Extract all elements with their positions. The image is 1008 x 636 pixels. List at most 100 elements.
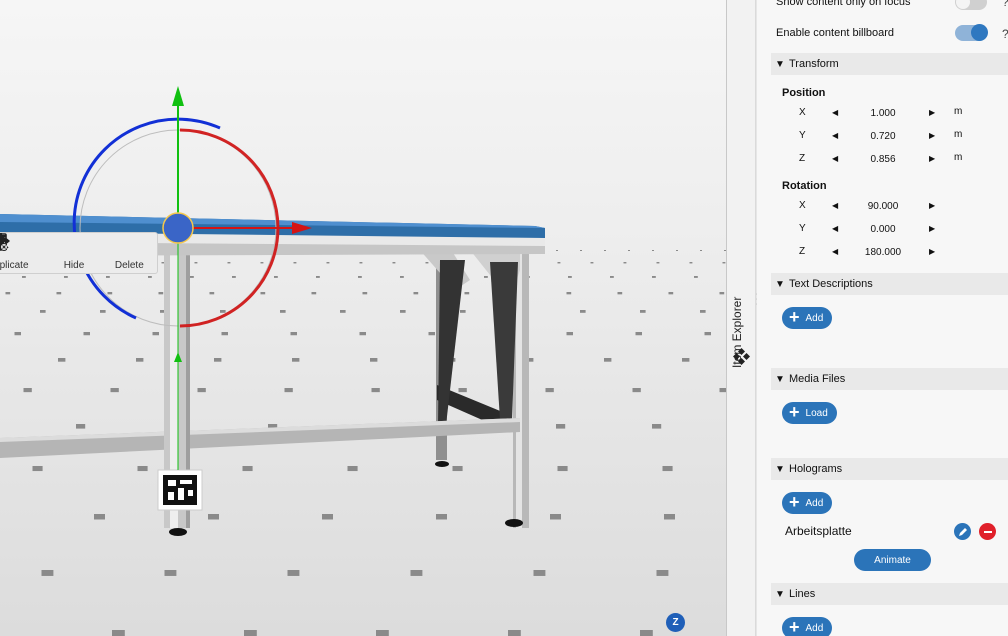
delete-button[interactable]: Delete — [0, 233, 157, 275]
decrement-arrow-icon[interactable]: ◀ — [832, 224, 838, 233]
increment-arrow-icon[interactable]: ▶ — [929, 154, 935, 163]
decrement-arrow-icon[interactable]: ◀ — [832, 131, 838, 140]
floor-dash — [359, 262, 363, 264]
floor-dash — [460, 310, 466, 313]
focus-toggle-switch[interactable] — [955, 0, 987, 10]
switch-knob — [956, 0, 970, 9]
rotation-x-input[interactable]: 90.000 — [857, 201, 909, 212]
floor-dash — [161, 262, 165, 264]
floor-dash — [676, 250, 678, 251]
floor-dash — [110, 388, 119, 393]
switch-knob — [971, 24, 988, 41]
increment-arrow-icon[interactable]: ▶ — [929, 108, 935, 117]
floor-dash — [5, 292, 11, 295]
collapse-triangle-icon: ▼ — [775, 58, 785, 70]
floor-dash — [194, 262, 198, 264]
position-x-input[interactable]: 1.000 — [857, 108, 909, 119]
position-z-input[interactable]: 0.856 — [857, 154, 909, 165]
floor-dash — [58, 358, 66, 362]
floor-dash — [508, 630, 521, 636]
floor-dash — [664, 514, 675, 520]
text-descriptions-section-header[interactable]: ▼ Text Descriptions — [771, 273, 1008, 295]
hologram-item-name: Arbeitsplatte — [785, 524, 852, 538]
floor-dash — [23, 388, 32, 393]
decrement-arrow-icon[interactable]: ◀ — [832, 108, 838, 117]
floor-dash — [358, 276, 362, 278]
floor-dash — [689, 262, 693, 264]
decrement-arrow-icon[interactable]: ◀ — [832, 247, 838, 256]
add-line-button[interactable]: + Add — [782, 617, 833, 636]
button-label: Add — [805, 622, 824, 634]
decrement-arrow-icon[interactable]: ◀ — [832, 201, 838, 210]
floor-dash — [376, 630, 389, 636]
floor-dash — [208, 514, 219, 520]
increment-arrow-icon[interactable]: ▶ — [929, 224, 935, 233]
floor-dash — [209, 292, 215, 295]
load-media-button[interactable]: + Load — [782, 402, 837, 424]
transform-section-header[interactable]: ▼ Transform — [771, 53, 1008, 75]
z-axis-badge[interactable]: Z — [666, 613, 685, 632]
floor-dash — [464, 292, 470, 295]
unit-label: m — [954, 152, 963, 163]
decrement-arrow-icon[interactable]: ◀ — [832, 154, 838, 163]
axis-label: X — [799, 107, 806, 118]
animate-button[interactable]: Animate — [854, 549, 931, 571]
floor-dash — [580, 250, 582, 251]
floor-dash — [221, 332, 228, 336]
floor-dash — [242, 466, 253, 472]
billboard-toggle-switch[interactable] — [955, 24, 988, 41]
unit-label: m — [954, 129, 963, 140]
plus-icon: + — [789, 617, 800, 636]
floor-dash — [682, 358, 690, 362]
holograms-section-header[interactable]: ▼ Holograms — [771, 458, 1008, 480]
floor-dash — [640, 630, 653, 636]
floor-dash — [652, 250, 654, 251]
position-y-row: Y ◀ 0.720 ▶ m — [757, 128, 1008, 146]
axis-label: Y — [799, 130, 806, 141]
rotation-y-input[interactable]: 0.000 — [857, 224, 909, 235]
remove-hologram-button[interactable] — [979, 523, 996, 540]
help-icon[interactable]: ? — [1002, 0, 1008, 9]
media-files-section-header[interactable]: ▼ Media Files — [771, 368, 1008, 390]
floor-dash — [458, 388, 467, 393]
hide-button[interactable]: Hide — [0, 233, 101, 275]
increment-arrow-icon[interactable]: ▶ — [929, 201, 935, 210]
floor-dash — [652, 424, 662, 429]
floor-dash — [550, 514, 561, 520]
collapse-triangle-icon: ▼ — [775, 373, 785, 385]
add-hologram-button[interactable]: + Add — [782, 492, 833, 514]
floor-dash — [719, 292, 725, 295]
edit-hologram-button[interactable] — [954, 523, 971, 540]
floor-dash — [107, 292, 113, 295]
floor-dash — [656, 570, 669, 576]
floor-dash — [533, 570, 546, 576]
transform-gizmo[interactable] — [72, 86, 312, 470]
add-text-description-button[interactable]: + Add — [782, 307, 833, 329]
position-y-input[interactable]: 0.720 — [857, 131, 909, 142]
floor-dash — [604, 250, 606, 251]
increment-arrow-icon[interactable]: ▶ — [929, 247, 935, 256]
button-label: Add — [805, 497, 824, 509]
increment-arrow-icon[interactable]: ▶ — [929, 131, 935, 140]
floor-dash — [617, 292, 623, 295]
floor-dash — [136, 358, 144, 362]
axis-label: Z — [799, 246, 806, 257]
floor-dash — [41, 570, 54, 576]
floor-dash — [623, 262, 627, 264]
button-label: Add — [805, 312, 824, 324]
floor-dash — [83, 332, 90, 336]
help-icon[interactable]: ? — [1002, 27, 1008, 41]
plus-icon: + — [789, 402, 800, 422]
floor-dash — [590, 262, 594, 264]
3d-viewport[interactable]: Duplicate Hide Delete Z — [0, 0, 726, 636]
lines-section-header[interactable]: ▼ Lines — [771, 583, 1008, 605]
floor-dash — [392, 262, 396, 264]
floor-dash — [32, 466, 43, 472]
collapse-triangle-icon: ▼ — [775, 278, 785, 290]
floor-dash — [164, 570, 177, 576]
scene-canvas[interactable] — [0, 0, 726, 636]
floor-dash — [580, 310, 586, 313]
item-explorer-tab[interactable]: Item Explorer — [726, 0, 756, 636]
axis-label: X — [799, 200, 806, 211]
rotation-z-input[interactable]: 180.000 — [857, 247, 909, 258]
